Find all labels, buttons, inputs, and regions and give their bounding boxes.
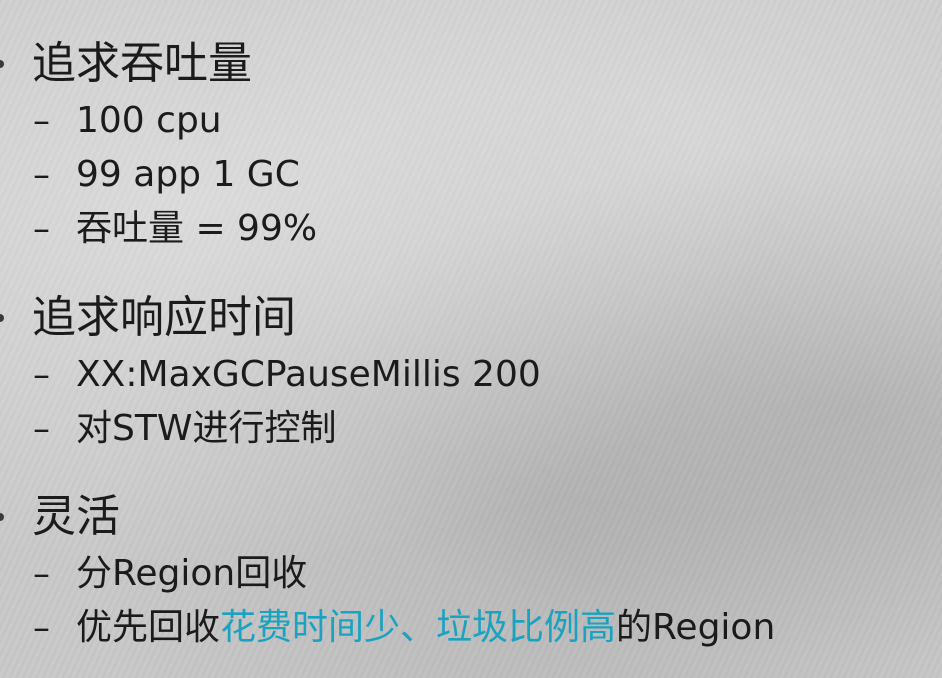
sub-item-suffix: 的Region [616,607,776,648]
section-throughput: 追求吞吐量 – 100 cpu – 99 app 1 GC – 吞吐量 = 99… [0,34,942,256]
heading-text: 追求响应时间 [32,292,296,343]
dash-icon: – [33,409,50,449]
slide: 追求吞吐量 – 100 cpu – 99 app 1 GC – 吞吐量 = 99… [0,0,942,678]
highlighted-text: 花费时间少、垃圾比例高 [220,607,617,648]
sub-item: – 优先回收花费时间少、垃圾比例高的Region [0,601,942,655]
sub-item-prefix: 优先回收 [76,607,221,648]
sub-item-text: 分Region回收 [76,553,308,594]
section-flexible: 灵活 – 分Region回收 – 优先回收花费时间少、垃圾比例高的Region [0,487,942,655]
sub-item: – 分Region回收 [0,547,942,601]
heading-text: 追求吞吐量 [32,38,252,89]
section-response-time: 追求响应时间 – XX:MaxGCPauseMillis 200 – 对STW进… [0,288,942,456]
heading-text: 灵活 [32,491,120,542]
bullet-dot-icon [0,513,4,521]
bullet-dot-icon [0,314,4,322]
sub-item-text: 99 app 1 GC [76,154,300,195]
sub-item-text: 对STW进行控制 [76,408,337,449]
bullet-dot-icon [0,60,4,68]
sub-item: – 对STW进行控制 [0,402,942,456]
dash-icon: – [33,155,50,195]
dash-icon: – [33,554,50,594]
sub-item: – XX:MaxGCPauseMillis 200 [0,348,942,402]
bullet-heading: 灵活 [0,487,942,547]
dash-icon: – [33,209,50,249]
bullet-heading: 追求响应时间 [0,288,942,348]
sub-item-text: 吞吐量 = 99% [76,208,318,249]
sub-item: – 99 app 1 GC [0,148,942,202]
sub-item-text: 100 cpu [76,100,222,141]
dash-icon: – [33,355,50,395]
sub-item: – 吞吐量 = 99% [0,202,942,256]
sub-item: – 100 cpu [0,94,942,148]
dash-icon: – [33,608,50,648]
bullet-heading: 追求吞吐量 [0,34,942,94]
dash-icon: – [33,101,50,141]
sub-item-text: XX:MaxGCPauseMillis 200 [76,354,541,395]
